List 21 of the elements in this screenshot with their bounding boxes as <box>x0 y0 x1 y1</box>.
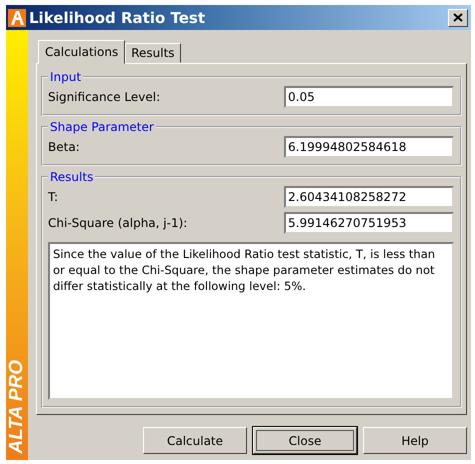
input-field[interactable]: 6.19994802584618 <box>284 136 454 158</box>
input-field[interactable]: 2.60434108258272 <box>284 186 454 208</box>
tab[interactable]: Calculations <box>38 40 126 64</box>
result-message: Since the value of the Likelihood Ratio test statistic, T, is less than or equal to the Chi-Square, the shape parameter estimates do not differ statistically at the following level: 5%. <box>48 242 454 400</box>
group-title: Shape Parameter <box>49 120 155 134</box>
group-title: Results <box>49 170 94 184</box>
field-label: T: <box>48 190 58 204</box>
input-field[interactable]: 5.99146270751953 <box>284 212 454 234</box>
dialog-button[interactable]: Calculate <box>143 427 247 454</box>
field-label: Significance Level: <box>48 90 160 104</box>
group-title: Input <box>49 70 82 84</box>
tab[interactable]: Results <box>125 43 181 63</box>
dialog-button[interactable]: Close <box>253 427 357 454</box>
close-icon[interactable] <box>448 8 468 26</box>
dialog-button[interactable]: Help <box>363 427 467 454</box>
field-label: Beta: <box>48 140 80 154</box>
window-title: Likelihood Ratio Test <box>29 8 206 26</box>
field-label: Chi-Square (alpha, j-1): <box>48 216 188 230</box>
brand-label: ALTA PRO <box>6 360 28 454</box>
app-logo-icon <box>8 8 26 26</box>
input-field[interactable]: 0.05 <box>284 86 454 108</box>
